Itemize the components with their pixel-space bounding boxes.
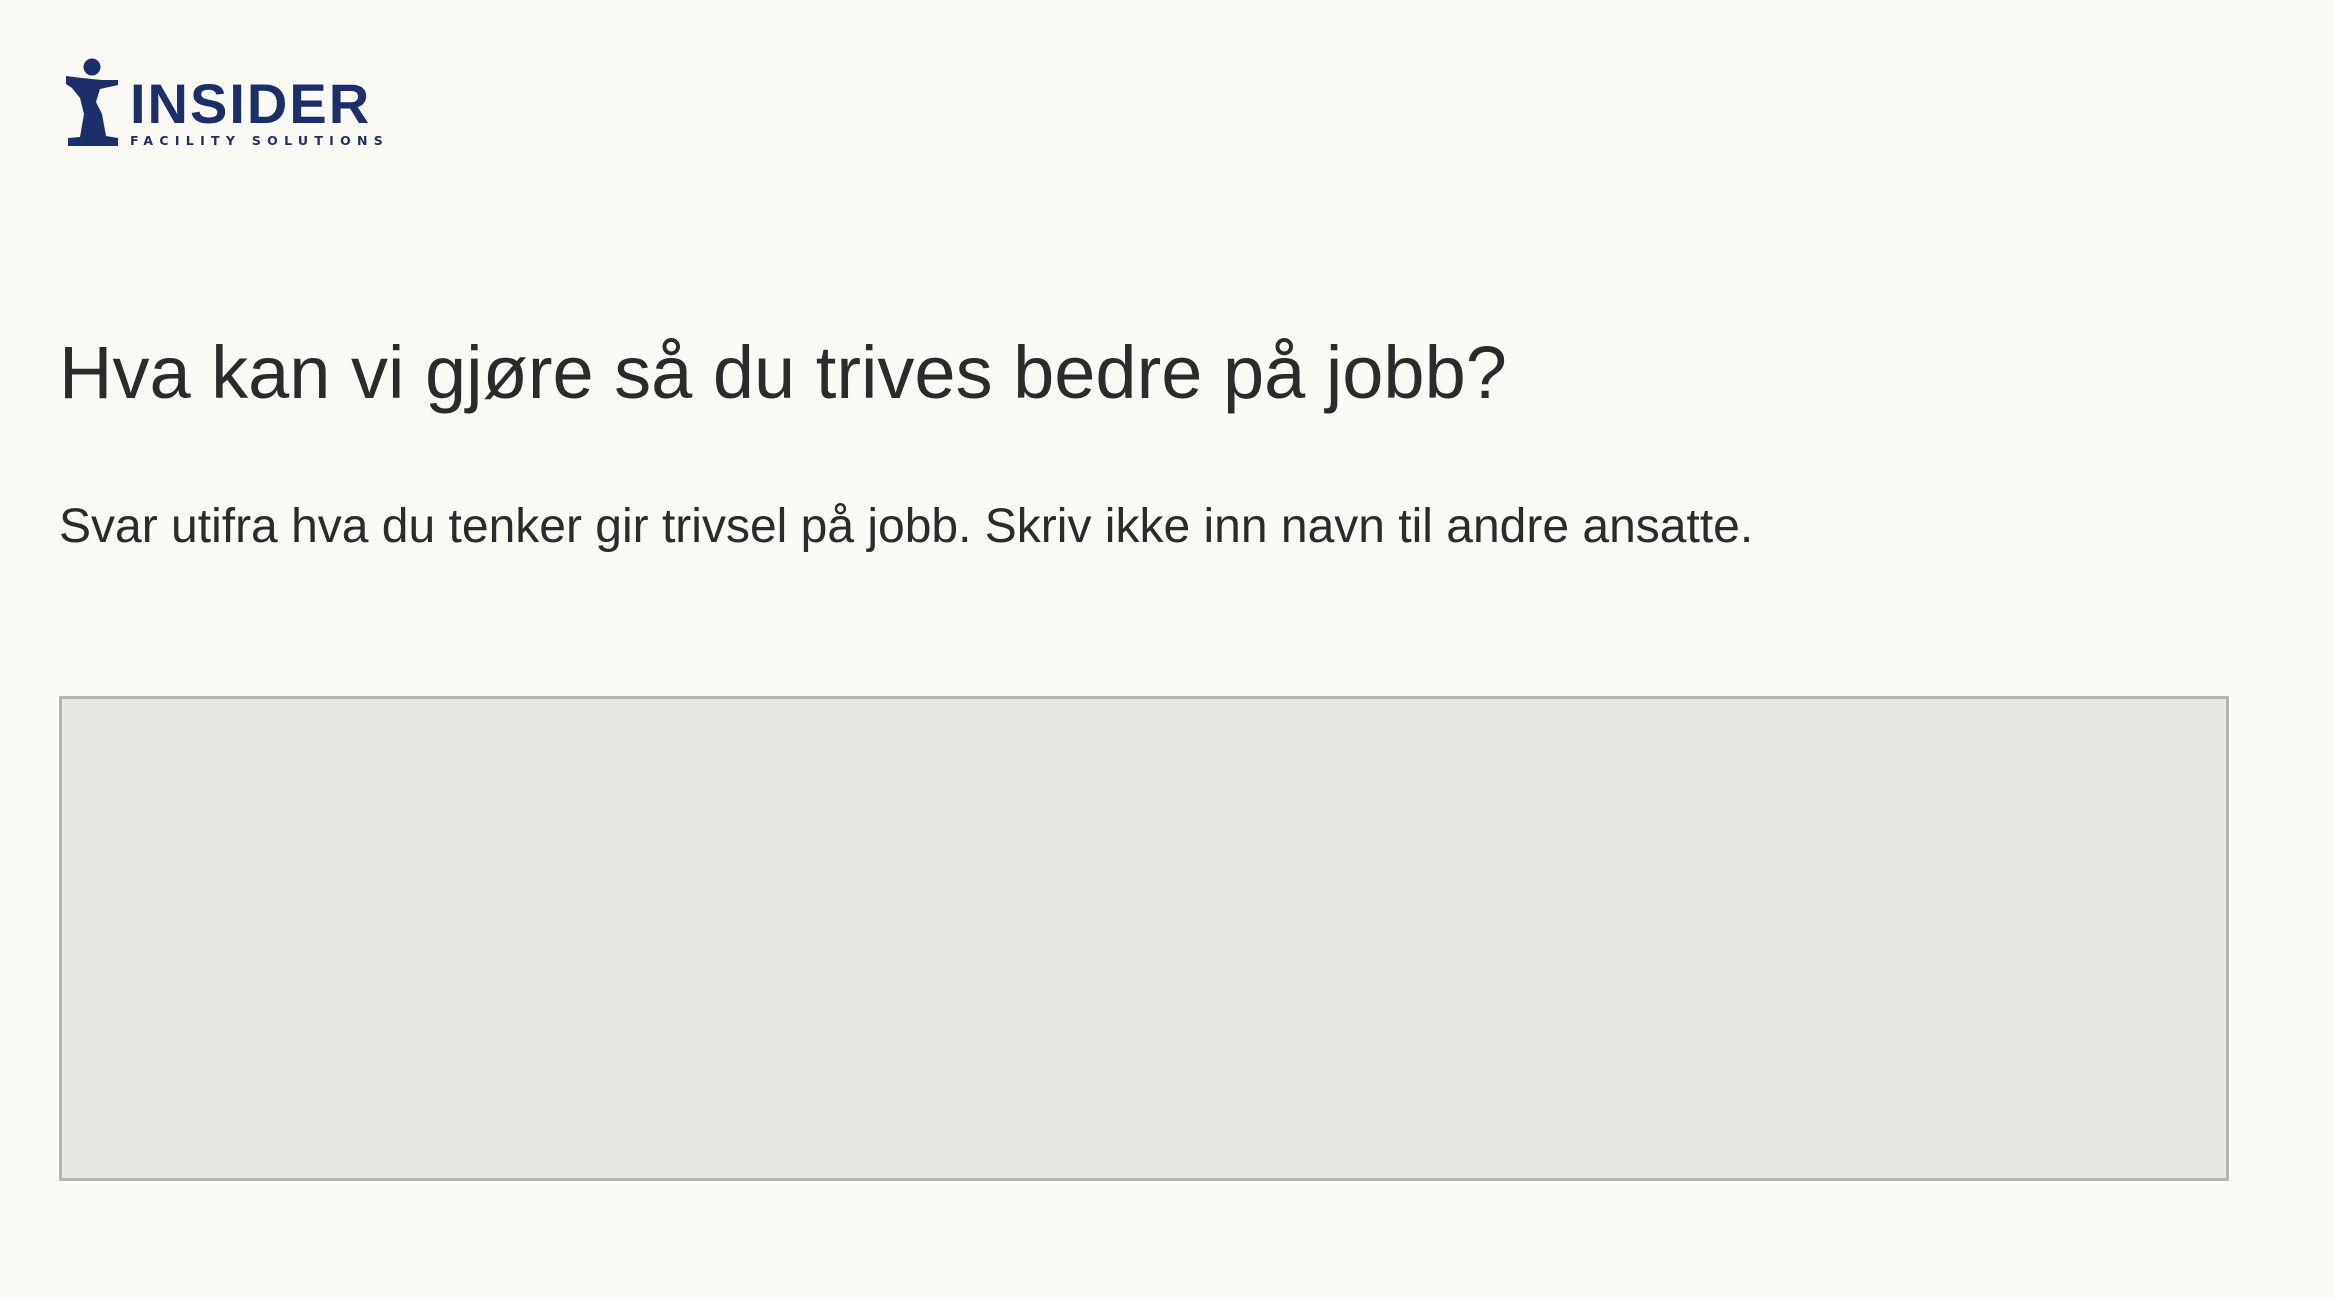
company-logo: INSIDER FACILITY SOLUTIONS bbox=[62, 58, 392, 150]
logo-wordmark: INSIDER bbox=[130, 72, 372, 135]
person-figure-icon bbox=[66, 58, 118, 146]
question-help-text: Svar utifra hva du tenker gir trivsel på… bbox=[59, 500, 1754, 553]
question-title: Hva kan vi gjøre så du trives bedre på j… bbox=[59, 331, 1507, 414]
logo-tagline: FACILITY SOLUTIONS bbox=[130, 133, 390, 148]
answer-textarea[interactable] bbox=[59, 696, 2229, 1181]
